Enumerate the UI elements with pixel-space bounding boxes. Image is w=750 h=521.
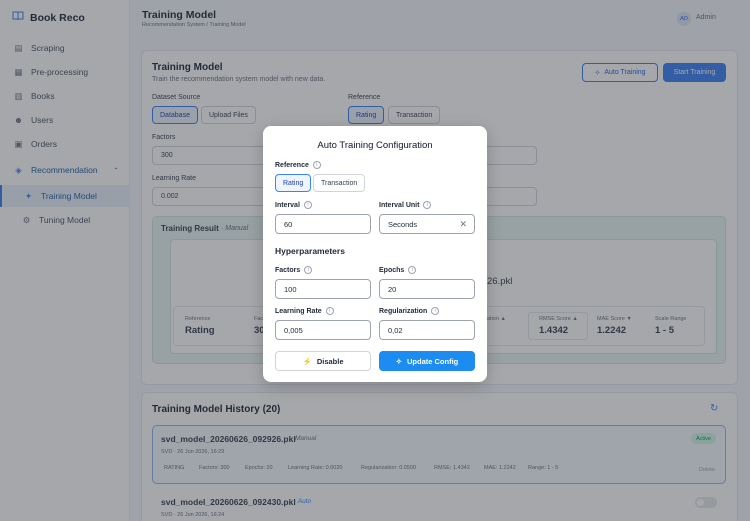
modal-reference-label: Reference i: [275, 161, 321, 169]
hyperparameters-heading: Hyperparameters: [275, 246, 345, 256]
auto-training-modal: Auto Training Configuration Reference i …: [263, 126, 487, 382]
info-icon[interactable]: i: [303, 201, 312, 209]
modal-reference-option-transaction[interactable]: Transaction: [313, 174, 366, 192]
info-icon[interactable]: i: [325, 307, 334, 315]
magic-wand-icon: ✧: [395, 356, 403, 366]
modal-epochs-text: Epochs: [379, 266, 405, 274]
disable-button[interactable]: ⚡ Disable: [275, 351, 371, 371]
modal-reference-text: Reference: [275, 161, 309, 169]
modal-interval-label: Interval i: [275, 201, 312, 209]
factors-input[interactable]: 100: [275, 279, 371, 299]
update-config-label: Update Config: [407, 356, 459, 366]
modal-learning-rate-text: Learning Rate: [275, 307, 322, 315]
modal-regularization-label: Regularization i: [379, 307, 440, 315]
disable-label: Disable: [316, 356, 344, 366]
interval-unit-select[interactable]: Seconds ✕: [379, 214, 475, 234]
regularization-input[interactable]: 0,02: [379, 320, 475, 340]
learning-rate-input[interactable]: 0,005: [275, 320, 371, 340]
wand-off-icon: ⚡: [302, 356, 312, 366]
modal-reference-option-rating[interactable]: Rating: [275, 174, 312, 192]
info-icon[interactable]: i: [304, 266, 313, 274]
modal-factors-label: Factors i: [275, 266, 313, 274]
interval-input[interactable]: 60: [275, 214, 371, 234]
modal-interval-text: Interval: [275, 201, 300, 209]
modal-title: Auto Training Configuration: [317, 140, 433, 151]
modal-learning-rate-label: Learning Rate i: [275, 307, 334, 315]
modal-interval-unit-label: Interval Unit i: [379, 201, 432, 209]
modal-interval-unit-text: Interval Unit: [379, 201, 420, 209]
epochs-input[interactable]: 20: [379, 279, 475, 299]
modal-factors-text: Factors: [275, 266, 301, 274]
modal-regularization-text: Regularization: [379, 307, 428, 315]
modal-epochs-label: Epochs i: [379, 266, 417, 274]
update-config-button[interactable]: ✧ Update Config: [379, 351, 475, 371]
clear-icon[interactable]: ✕: [459, 219, 467, 230]
info-icon[interactable]: i: [431, 307, 440, 315]
info-icon[interactable]: i: [423, 201, 432, 209]
interval-unit-value: Seconds: [388, 219, 418, 229]
info-icon[interactable]: i: [312, 161, 321, 169]
info-icon[interactable]: i: [408, 266, 417, 274]
